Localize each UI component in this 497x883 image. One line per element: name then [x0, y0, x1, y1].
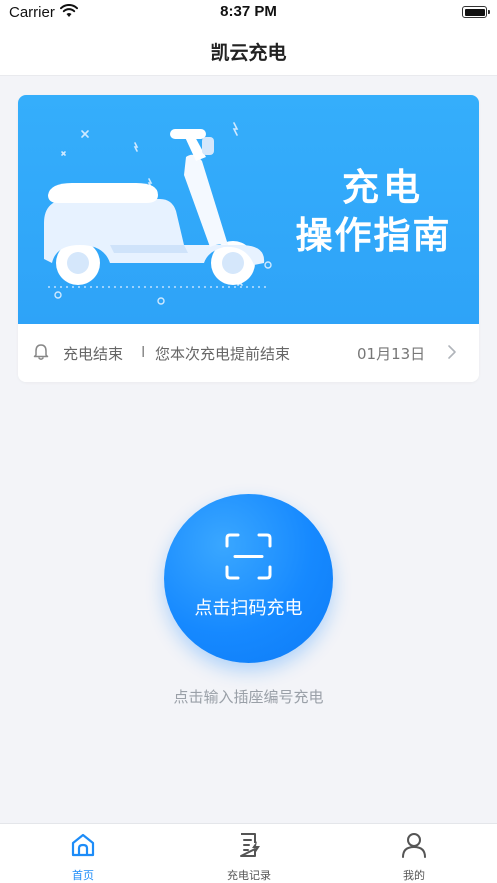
bell-icon — [33, 344, 49, 360]
notice-message: 您本次充电提前结束 — [155, 345, 291, 363]
tab-bar: 首页 充电记录 我的 — [0, 823, 497, 883]
page-title: 凯云充电 — [210, 42, 287, 64]
home-icon — [71, 833, 95, 857]
scan-charge-label: 点击扫码充电 — [194, 598, 303, 619]
notice-separator: I — [141, 343, 146, 361]
banner-title-line2: 操作指南 — [295, 214, 452, 257]
charging-guide-banner[interactable]: 充电 操作指南 — [18, 95, 479, 324]
charging-notice[interactable]: 充电结束 I 您本次充电提前结束 01月13日 — [18, 324, 479, 382]
scan-icon — [225, 533, 272, 580]
chevron-right-icon — [448, 345, 456, 359]
status-time: 8:37 PM — [220, 3, 277, 20]
tab-home-label: 首页 — [72, 869, 94, 882]
guide-card: 充电 操作指南 充电结束 I 您本次充电提前结束 01月13日 — [18, 95, 479, 382]
notice-title: 充电结束 — [63, 345, 124, 363]
scan-charge-button[interactable]: 点击扫码充电 — [164, 494, 333, 663]
tab-home[interactable]: 首页 — [0, 824, 166, 883]
tab-mine[interactable]: 我的 — [331, 824, 497, 883]
banner-title-line1: 充电 — [342, 166, 424, 209]
battery-icon — [462, 6, 490, 18]
tab-charge-record-label: 充电记录 — [227, 869, 271, 882]
notice-date: 01月13日 — [357, 345, 426, 363]
tab-mine-label: 我的 — [403, 869, 425, 882]
tab-charge-record[interactable]: 充电记录 — [166, 824, 332, 883]
manual-socket-entry-link[interactable]: 点击输入插座编号充电 — [0, 686, 497, 707]
status-bar: Carrier 8:37 PM — [0, 0, 497, 28]
nav-bar: 凯云充电 — [0, 28, 497, 76]
charge-record-icon — [240, 833, 260, 857]
user-icon — [402, 833, 426, 858]
